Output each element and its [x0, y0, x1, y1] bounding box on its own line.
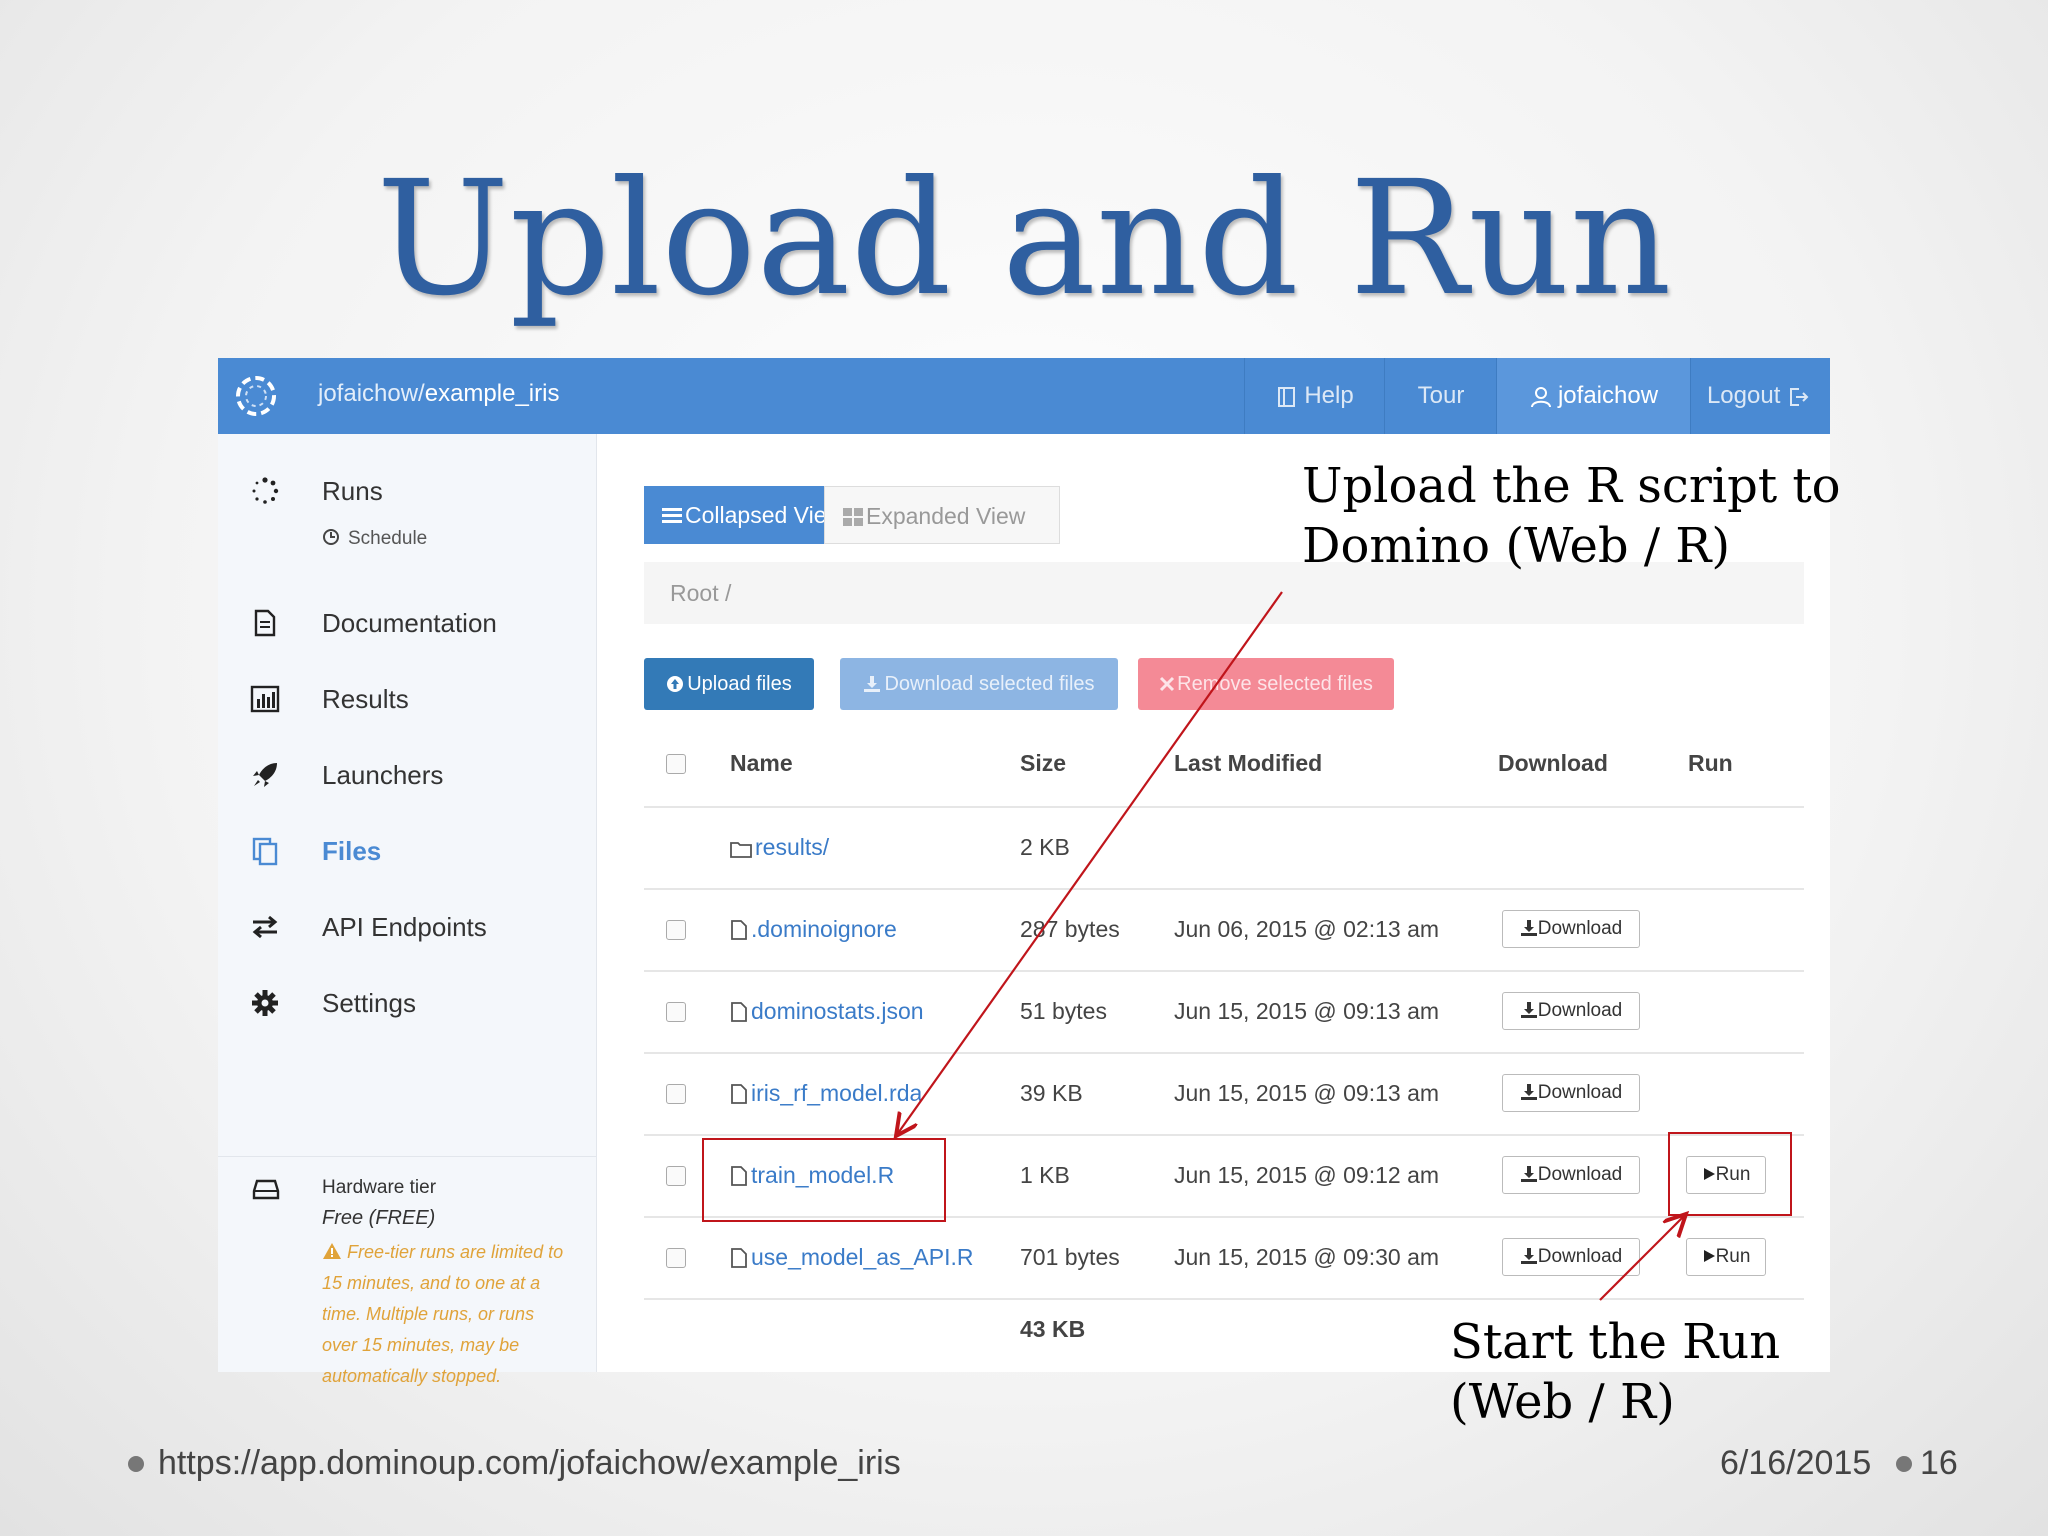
- footer-bullet: [128, 1456, 144, 1472]
- footer-date: 6/16/2015: [1720, 1444, 1872, 1482]
- page-number: 16: [1920, 1444, 1958, 1482]
- annotation-arrows: [0, 591, 2048, 1301]
- upload-arrow: [896, 591, 1283, 1136]
- footer-url: https://app.dominoup.com/jofaichow/examp…: [158, 1444, 901, 1482]
- footer-bullet: [1896, 1456, 1912, 1472]
- run-arrow: [1599, 1214, 1686, 1301]
